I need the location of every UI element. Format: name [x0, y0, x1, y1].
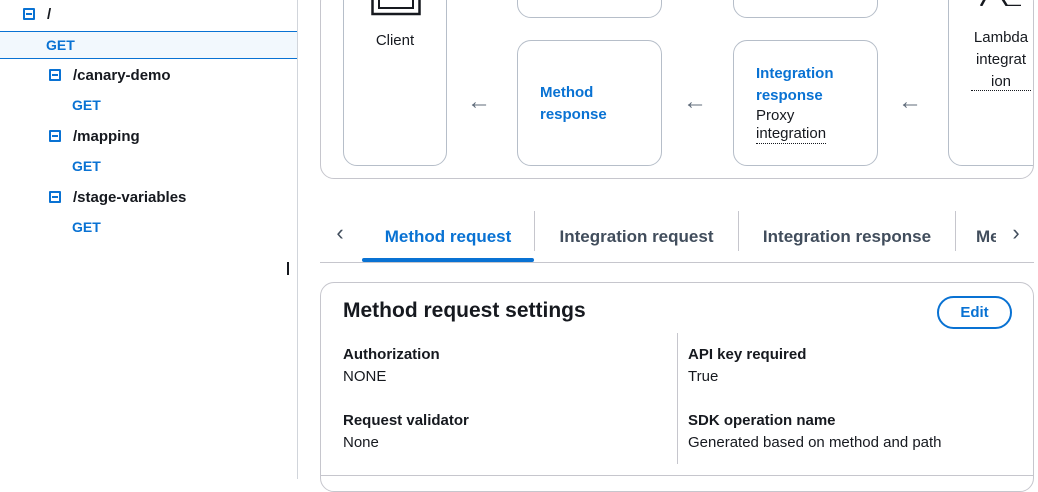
method-label[interactable]: GET — [72, 97, 101, 113]
method-request-settings-panel: Method request settings Edit Authorizati… — [320, 282, 1034, 492]
panel-divider — [321, 475, 1033, 476]
tab-divider — [955, 211, 956, 251]
method-flow-diagram: Client Method response Integration respo… — [320, 0, 1034, 179]
sdk-operation-name-label: SDK operation name — [688, 412, 836, 429]
arrow-left-icon: ← — [467, 88, 491, 115]
authorization-value: NONE — [343, 368, 387, 385]
integration-type-line2[interactable]: integration — [756, 125, 827, 144]
client-label: Client — [375, 32, 415, 49]
panel-title: Method request settings — [343, 299, 586, 322]
lambda-label-line1: Lambda — [973, 29, 1029, 46]
method-request-box[interactable] — [517, 0, 662, 18]
resource-path[interactable]: /mapping — [73, 128, 140, 145]
tree-item-mapping[interactable]: /mapping — [0, 122, 297, 150]
tree-item-root[interactable]: / — [0, 0, 297, 28]
edit-button[interactable]: Edit — [937, 296, 1012, 329]
collapse-icon[interactable] — [49, 130, 61, 142]
tree-item-mapping-get[interactable]: GET — [0, 152, 297, 180]
tab-method-request[interactable]: Method request — [362, 211, 534, 262]
tree-item-root-get[interactable]: GET — [0, 31, 297, 59]
integration-response-title-line2: response — [756, 87, 823, 104]
resource-path[interactable]: /canary-demo — [73, 67, 171, 84]
tab-method-response-partial[interactable]: Me — [976, 211, 996, 262]
tree-item-canary-demo[interactable]: /canary-demo — [0, 61, 297, 89]
resource-tree: / GET /canary-demo GET /mapping GET /sta… — [0, 0, 298, 479]
tree-item-stage-variables[interactable]: /stage-variables — [0, 183, 297, 211]
tab-integration-request[interactable]: Integration request — [535, 211, 738, 262]
method-label[interactable]: GET — [72, 158, 101, 174]
integration-response-box[interactable]: Integration response Proxy integration — [733, 40, 878, 166]
tree-item-stage-variables-get[interactable]: GET — [0, 213, 297, 241]
tree-item-canary-demo-get[interactable]: GET — [0, 91, 297, 119]
method-response-box[interactable]: Method response — [517, 40, 662, 166]
integration-request-box[interactable] — [733, 0, 878, 18]
collapse-icon[interactable] — [23, 8, 35, 20]
lambda-label-line2: integrat — [975, 51, 1027, 68]
request-validator-value: None — [343, 434, 379, 451]
method-response-title-line1: Method — [540, 84, 594, 101]
method-response-title-line2: response — [540, 106, 607, 123]
arrow-left-icon: ← — [898, 88, 922, 115]
tab-scroll-right-icon[interactable]: › — [1006, 220, 1026, 245]
arrow-left-icon: ← — [683, 88, 707, 115]
tab-scroll-left-icon[interactable]: ‹ — [330, 220, 350, 245]
lambda-label-underline — [971, 90, 1031, 91]
api-key-required-label: API key required — [688, 346, 807, 363]
api-key-required-value: True — [688, 368, 719, 385]
column-divider — [677, 333, 678, 464]
collapse-icon[interactable] — [49, 191, 61, 203]
method-label[interactable]: GET — [72, 219, 101, 235]
computer-icon — [371, 0, 421, 16]
client-box: Client — [343, 0, 447, 166]
tab-integration-response[interactable]: Integration response — [739, 211, 955, 262]
sdk-operation-name-value: Generated based on method and path — [688, 434, 942, 451]
integration-type-line1: Proxy — [756, 107, 795, 124]
integration-response-title-line1: Integration — [756, 65, 834, 82]
lambda-icon — [979, 0, 1021, 6]
method-tabs: ‹ Method request Integration request Int… — [320, 211, 1034, 263]
request-validator-label: Request validator — [343, 412, 469, 429]
authorization-label: Authorization — [343, 346, 440, 363]
lambda-box[interactable]: Lambda integrat ion — [948, 0, 1033, 166]
collapse-icon[interactable] — [49, 69, 61, 81]
resource-path[interactable]: / — [47, 6, 51, 23]
resource-path[interactable]: /stage-variables — [73, 189, 186, 206]
method-label[interactable]: GET — [46, 37, 75, 53]
panel-resize-handle[interactable] — [287, 262, 289, 275]
